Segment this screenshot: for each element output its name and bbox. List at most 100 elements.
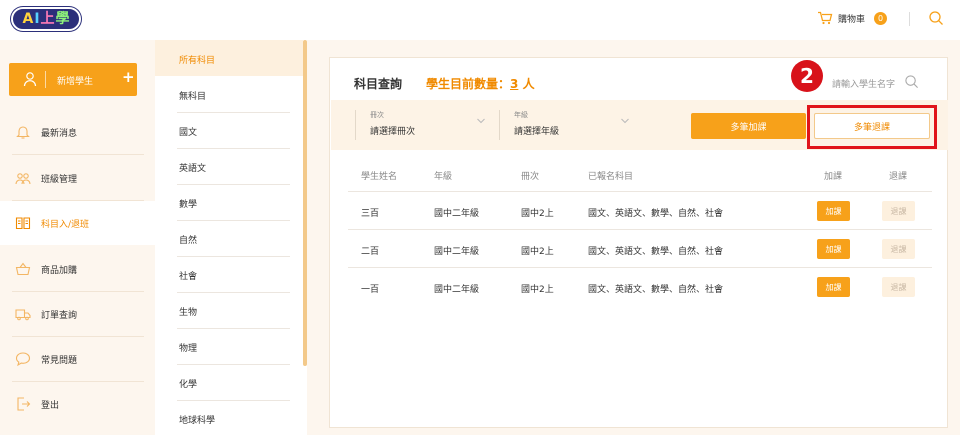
subject-item[interactable]: 地球科學 bbox=[155, 400, 303, 435]
logout-icon bbox=[17, 397, 31, 411]
subject-label: 物理 bbox=[179, 344, 198, 354]
student-count-value: 3 bbox=[510, 77, 519, 91]
student-grade: 國中二年級 bbox=[434, 209, 480, 219]
chevron-down-icon bbox=[477, 118, 485, 124]
student-name: 三百 bbox=[361, 209, 380, 219]
drop-course-button[interactable]: 退課 bbox=[882, 201, 915, 221]
add-course-button[interactable]: 加課 bbox=[817, 201, 850, 221]
column-header-add: 加課 bbox=[824, 172, 843, 182]
subject-list-scrollbar[interactable] bbox=[303, 40, 307, 366]
subject-item[interactable]: 國文 bbox=[155, 112, 303, 148]
drop-course-button[interactable]: 退課 bbox=[882, 277, 915, 297]
sidebar-item-faq[interactable]: 常見問題 bbox=[0, 337, 155, 381]
subject-item[interactable]: 數學 bbox=[155, 184, 303, 220]
page-title: 科目查詢 bbox=[354, 77, 403, 91]
subject-item-all[interactable]: 所有科目 bbox=[155, 40, 303, 76]
sidebar: 新增學生 + 最新消息 班級管理 科目入/退班 商品加購 訂單查詢 常見問題 登… bbox=[0, 40, 155, 435]
user-icon bbox=[23, 72, 37, 87]
logo[interactable]: AI上學 bbox=[11, 7, 81, 31]
subject-query-panel: 科目查詢 學生目前數量：3 人 請輸入學生名字 冊次 請選擇冊次 年級 請選擇年… bbox=[329, 57, 948, 428]
logo-letter-a: A bbox=[22, 11, 34, 27]
cart-button[interactable]: 購物車 0 bbox=[817, 11, 888, 25]
subject-label: 數學 bbox=[179, 200, 198, 210]
subject-item[interactable]: 社會 bbox=[155, 256, 303, 292]
logo-char-shang: 上 bbox=[40, 11, 55, 27]
sidebar-item-news[interactable]: 最新消息 bbox=[0, 110, 155, 154]
student-grade: 國中二年級 bbox=[434, 285, 480, 295]
subject-label: 化學 bbox=[179, 380, 198, 390]
student-grade: 國中二年級 bbox=[434, 247, 480, 257]
sidebar-divider bbox=[12, 154, 144, 155]
column-header-grade: 年級 bbox=[434, 172, 453, 182]
sidebar-item-label: 訂單查詢 bbox=[41, 311, 78, 321]
subject-item[interactable]: 英語文 bbox=[155, 148, 303, 184]
subject-label: 社會 bbox=[179, 272, 198, 282]
subject-item[interactable]: 化學 bbox=[155, 364, 303, 400]
subject-item[interactable]: 無科目 bbox=[155, 76, 303, 112]
search-icon[interactable] bbox=[904, 74, 919, 89]
sidebar-item-label: 科目入/退班 bbox=[41, 220, 90, 230]
subject-item[interactable]: 生物 bbox=[155, 292, 303, 328]
sidebar-item-orders[interactable]: 訂單查詢 bbox=[0, 292, 155, 336]
subject-label: 所有科目 bbox=[179, 56, 216, 66]
student-volume: 國中2上 bbox=[521, 285, 554, 295]
step-number-badge: 2 bbox=[791, 60, 823, 92]
subject-list: 所有科目 無科目 國文 英語文 數學 自然 社會 生物 物理 化學 地球科學 bbox=[155, 40, 307, 435]
bulk-add-course-button[interactable]: 多筆加課 bbox=[691, 113, 806, 139]
subject-label: 國文 bbox=[179, 128, 198, 138]
student-search[interactable]: 請輸入學生名字 bbox=[802, 73, 942, 93]
column-header-drop: 退課 bbox=[889, 172, 908, 182]
truck-icon bbox=[15, 309, 31, 321]
people-icon bbox=[15, 173, 31, 185]
student-name: 二百 bbox=[361, 247, 380, 257]
volume-select[interactable]: 冊次 請選擇冊次 bbox=[355, 110, 495, 140]
subject-item[interactable]: 自然 bbox=[155, 220, 303, 256]
sidebar-item-logout[interactable]: 登出 bbox=[0, 382, 155, 426]
chat-icon bbox=[15, 352, 31, 367]
subject-label: 生物 bbox=[179, 308, 198, 318]
volume-select-caption: 冊次 bbox=[370, 111, 384, 119]
student-count-unit: 人 bbox=[522, 77, 535, 91]
logo-char-xue: 學 bbox=[55, 11, 70, 27]
student-volume: 國中2上 bbox=[521, 209, 554, 219]
student-volume: 國中2上 bbox=[521, 247, 554, 257]
add-course-button[interactable]: 加課 bbox=[817, 277, 850, 297]
student-count-label: 學生目前數量： bbox=[426, 77, 511, 91]
student-subjects: 國文、英語文、數學、自然、社會 bbox=[588, 247, 724, 257]
cart-count-badge: 0 bbox=[874, 11, 888, 25]
sidebar-item-label: 班級管理 bbox=[41, 175, 78, 185]
add-student-label: 新增學生 bbox=[57, 77, 94, 87]
search-icon[interactable] bbox=[928, 10, 944, 26]
logo-letter-i: I bbox=[34, 11, 40, 27]
column-header-enrolled-subjects: 已報名科目 bbox=[588, 172, 634, 182]
add-student-divider bbox=[45, 71, 46, 88]
book-icon bbox=[15, 217, 31, 230]
sidebar-item-purchase[interactable]: 商品加購 bbox=[0, 247, 155, 291]
sidebar-item-class-management[interactable]: 班級管理 bbox=[0, 156, 155, 200]
search-input[interactable]: 請輸入學生名字 bbox=[832, 77, 895, 90]
highlight-box bbox=[807, 105, 937, 149]
subject-label: 無科目 bbox=[179, 92, 207, 102]
grade-select-caption: 年級 bbox=[514, 111, 528, 119]
student-count: 學生目前數量：3 人 bbox=[426, 75, 535, 92]
student-name: 一百 bbox=[361, 285, 380, 295]
column-header-name: 學生姓名 bbox=[361, 172, 398, 182]
grade-select[interactable]: 年級 請選擇年級 bbox=[499, 110, 639, 140]
sidebar-item-subject-enroll[interactable]: 科目入/退班 bbox=[0, 201, 155, 245]
subject-label: 英語文 bbox=[179, 164, 207, 174]
basket-icon bbox=[15, 262, 31, 276]
sidebar-item-label: 商品加購 bbox=[41, 266, 78, 276]
add-student-button[interactable]: 新增學生 + bbox=[9, 63, 137, 96]
table-row: 二百 國中二年級 國中2上 國文、英語文、數學、自然、社會 加課 退課 bbox=[348, 229, 932, 267]
student-subjects: 國文、英語文、數學、自然、社會 bbox=[588, 209, 724, 219]
top-bar: AI上學 購物車 0 bbox=[0, 0, 960, 40]
subject-item[interactable]: 物理 bbox=[155, 328, 303, 364]
header-divider bbox=[909, 12, 910, 26]
cart-label: 購物車 bbox=[838, 14, 866, 25]
sidebar-item-label: 最新消息 bbox=[41, 129, 78, 139]
add-course-button[interactable]: 加課 bbox=[817, 239, 850, 259]
volume-select-value: 請選擇冊次 bbox=[370, 127, 416, 137]
cart-icon bbox=[818, 11, 833, 25]
drop-course-button[interactable]: 退課 bbox=[882, 239, 915, 259]
bell-icon bbox=[16, 126, 30, 139]
